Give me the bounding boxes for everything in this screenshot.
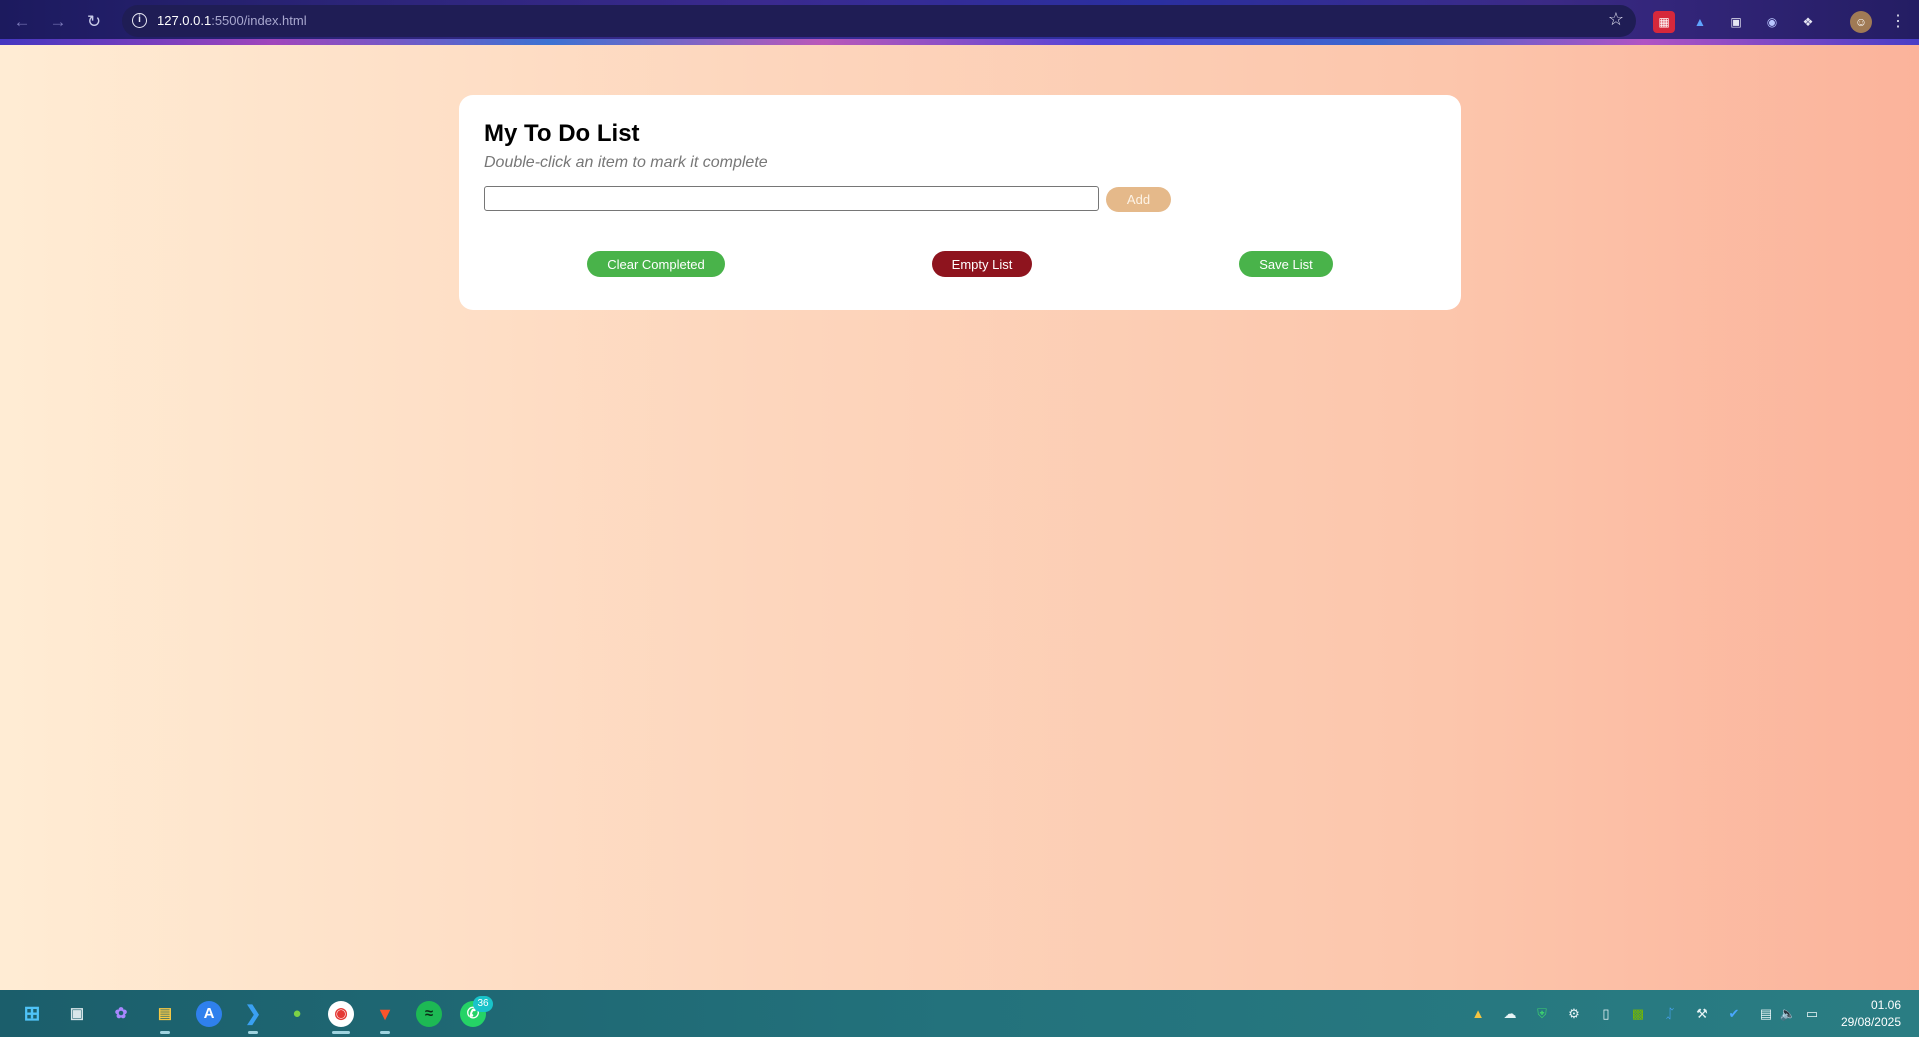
bluetooth-icon[interactable]: ᛢ	[1661, 1005, 1679, 1023]
task-view-icon[interactable]: ▣	[64, 1001, 90, 1027]
network-icon[interactable]: ▤	[1757, 1005, 1775, 1023]
back-arrow-icon[interactable]: ←	[10, 10, 34, 34]
file-explorer-running-indicator	[160, 1031, 170, 1034]
todo-input[interactable]	[484, 186, 1099, 211]
chrome-icon[interactable]: ◉	[328, 1001, 354, 1027]
extension-chat-icon[interactable]: ◉	[1761, 11, 1783, 33]
file-explorer-icon[interactable]: ▤	[152, 1001, 178, 1027]
nvidia-icon[interactable]: ▩	[1629, 1005, 1647, 1023]
extension-graduation-cap-icon[interactable]: ▲	[1689, 11, 1711, 33]
extensions-puzzle-icon[interactable]: ❖	[1797, 11, 1819, 33]
site-info-icon[interactable]: i	[132, 13, 147, 28]
save-list-button[interactable]: Save List	[1239, 251, 1333, 277]
forward-arrow-icon[interactable]: →	[46, 10, 70, 34]
security-shield-icon[interactable]: ⛨	[1533, 1005, 1551, 1023]
reload-icon[interactable]: ↻	[82, 10, 106, 34]
clock[interactable]: 01.06 29/08/2025	[1841, 997, 1901, 1031]
instructions-text: Double-click an item to mark it complete	[484, 154, 768, 171]
page-background: My To Do List Double-click an item to ma…	[0, 45, 1919, 990]
extension-red-icon[interactable]: ▦	[1653, 11, 1675, 33]
browser-toolbar: ← → ↻ i 127.0.0.1:5500/index.html ☆ ▦ ▲ …	[0, 0, 1919, 45]
volume-icon[interactable]: 🔈	[1779, 1005, 1797, 1023]
url-path: :5500/index.html	[211, 13, 307, 28]
steam-icon[interactable]: ⚙	[1565, 1005, 1583, 1023]
clock-date: 29/08/2025	[1840, 1015, 1901, 1029]
spotify-icon[interactable]: ≈	[416, 1001, 442, 1027]
windows-security-icon[interactable]: ✔	[1725, 1005, 1743, 1023]
battery-icon[interactable]: ▭	[1803, 1005, 1821, 1023]
taskbar: ⊞ ▣ ✿ ▤ A ❯ ● ◉ ▼ ≈ ✆ 36 ▲ ☁ ⛨ ⚙ ▯ ▩ ᛢ ⚒…	[0, 990, 1919, 1037]
whatsapp-notification-badge: 36	[473, 996, 493, 1012]
todo-card: My To Do List Double-click an item to ma…	[459, 95, 1461, 310]
profile-avatar[interactable]: ☺	[1850, 11, 1872, 33]
brave-running-indicator	[380, 1031, 390, 1034]
browser-menu-icon[interactable]: ⋮	[1887, 11, 1909, 33]
bookmark-star-icon[interactable]: ☆	[1608, 9, 1624, 30]
add-button[interactable]: Add	[1106, 187, 1171, 212]
vscode-running-indicator	[248, 1031, 258, 1034]
empty-list-button[interactable]: Empty List	[932, 251, 1032, 277]
tools-icon[interactable]: ⚒	[1693, 1005, 1711, 1023]
url-text[interactable]: 127.0.0.1:5500/index.html	[157, 13, 307, 28]
copilot-icon[interactable]: ✿	[108, 1001, 134, 1027]
clear-completed-button[interactable]: Clear Completed	[587, 251, 725, 277]
clock-time: 01.06	[1870, 998, 1901, 1012]
page-title: My To Do List	[484, 120, 640, 147]
onedrive-cloud-icon[interactable]: ☁	[1501, 1005, 1519, 1023]
google-drive-icon[interactable]: ▲	[1469, 1005, 1487, 1023]
globe-app-icon[interactable]: ●	[284, 1001, 310, 1027]
chrome-active-indicator	[332, 1031, 350, 1034]
url-host: 127.0.0.1	[157, 13, 212, 28]
brave-icon[interactable]: ▼	[372, 1001, 398, 1027]
usb-device-icon[interactable]: ▯	[1597, 1005, 1615, 1023]
start-windows-icon[interactable]: ⊞	[19, 1001, 45, 1027]
extension-camera-icon[interactable]: ▣	[1725, 11, 1747, 33]
vscode-icon[interactable]: ❯	[240, 1001, 266, 1027]
address-bar[interactable]: i 127.0.0.1:5500/index.html ☆	[122, 5, 1636, 37]
app-store-icon[interactable]: A	[196, 1001, 222, 1027]
